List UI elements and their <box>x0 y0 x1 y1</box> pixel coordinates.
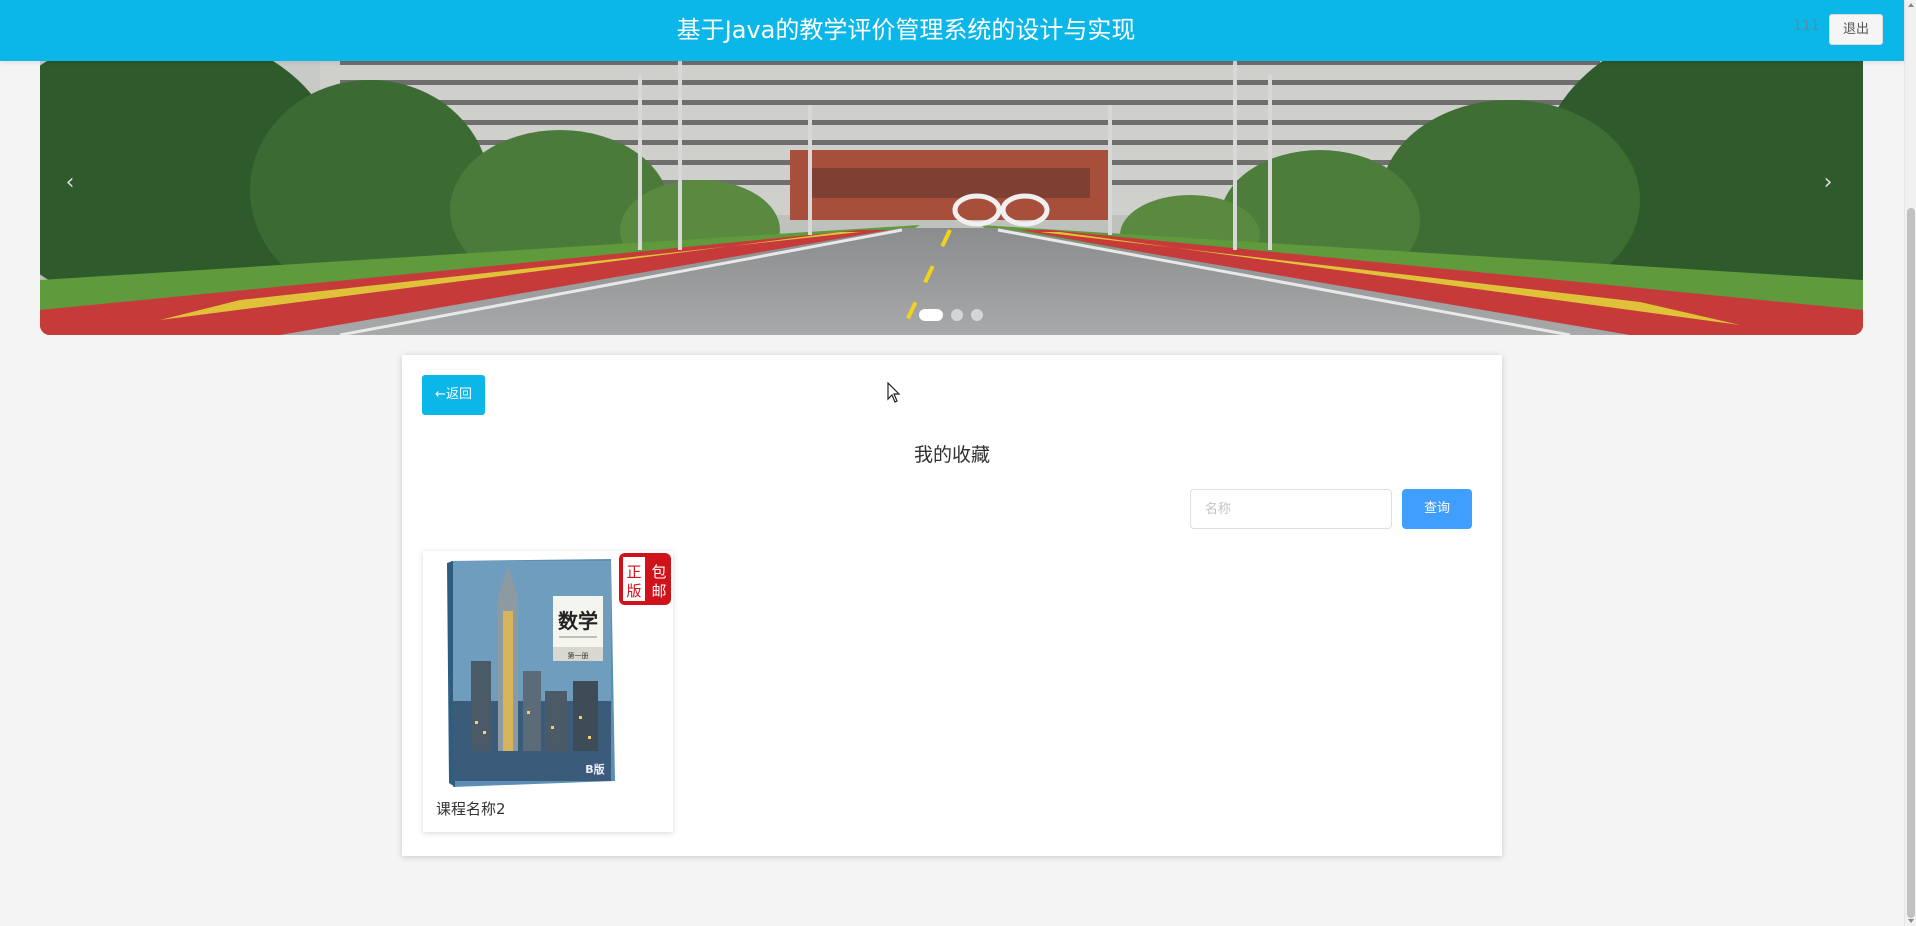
favorites-panel: ←返回 我的收藏 查询 数学 <box>402 355 1502 856</box>
carousel-indicator-2[interactable] <box>951 309 963 321</box>
carousel-indicator-3[interactable] <box>971 309 983 321</box>
favorite-course-card[interactable]: 数学 第一册 B版 正 版 包 邮 课程名称2 <box>423 551 673 832</box>
scroll-down-arrow-icon[interactable] <box>1908 919 1914 923</box>
mouse-cursor-icon <box>887 382 901 403</box>
logout-button[interactable]: 退出 <box>1829 14 1883 45</box>
campus-banner-image <box>40 50 1863 335</box>
course-name: 课程名称2 <box>436 800 506 818</box>
carousel-prev-arrow[interactable]: ‹ <box>55 168 85 198</box>
course-cover-image: 数学 第一册 B版 正 版 包 邮 <box>423 551 673 789</box>
scroll-up-arrow-icon[interactable] <box>1908 3 1914 7</box>
search-button[interactable]: 查询 <box>1402 489 1472 529</box>
carousel-indicators <box>919 309 983 321</box>
page-scrollbar[interactable] <box>1904 0 1916 926</box>
cover-volume: 第一册 <box>568 651 589 660</box>
system-title: 基于Java的教学评价管理系统的设计与实现 <box>676 16 1136 44</box>
carousel-indicator-1[interactable] <box>919 309 943 321</box>
svg-text:邮: 邮 <box>651 582 666 600</box>
svg-text:正: 正 <box>626 563 641 581</box>
page-title: 我的收藏 <box>913 444 990 466</box>
top-header: 基于Java的教学评价管理系统的设计与实现 111 退出 <box>0 0 1904 61</box>
cover-book-title: 数学 <box>558 609 598 633</box>
back-button[interactable]: ←返回 <box>422 375 485 415</box>
svg-text:包: 包 <box>651 563 666 581</box>
current-username: 111 <box>1793 18 1820 34</box>
svg-text:版: 版 <box>626 582 641 600</box>
cover-edition-mark: B版 <box>585 762 604 776</box>
banner-carousel: ‹ › <box>40 50 1863 335</box>
name-search-input[interactable] <box>1190 489 1392 529</box>
scrollbar-thumb[interactable] <box>1907 208 1915 918</box>
carousel-next-arrow[interactable]: › <box>1813 168 1843 198</box>
